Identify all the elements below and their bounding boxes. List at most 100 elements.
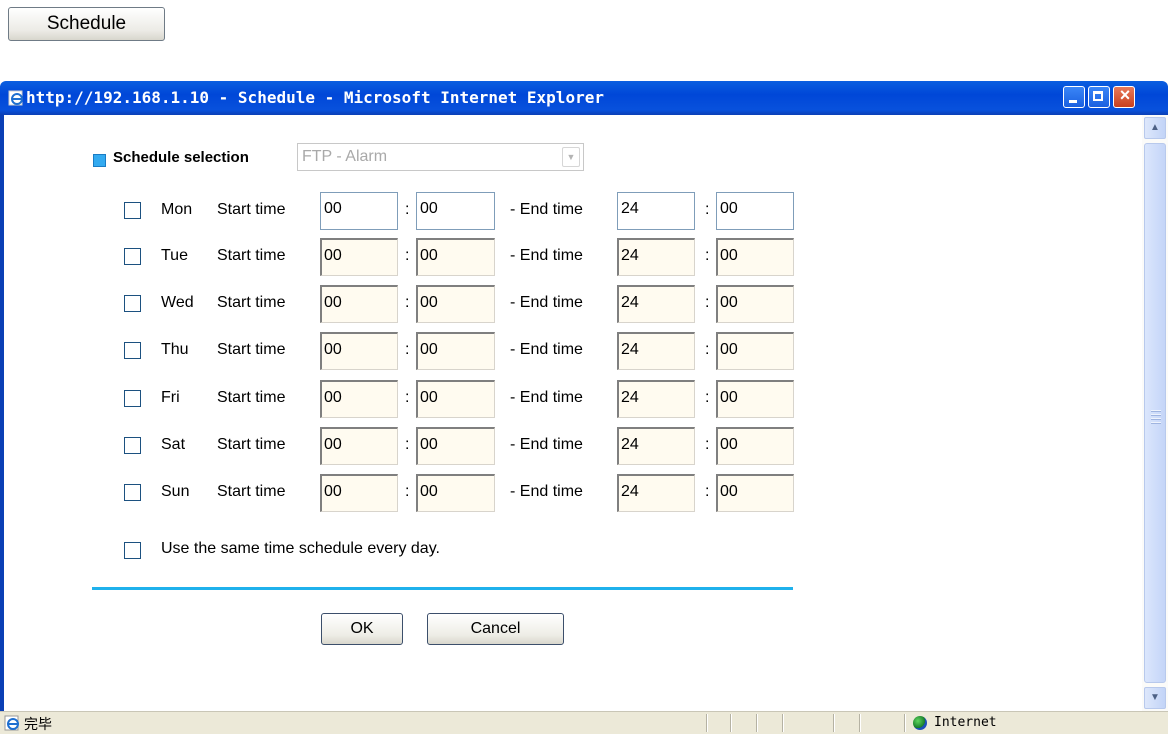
end-hour-input[interactable]: 24 [617, 474, 695, 512]
status-divider [706, 714, 708, 732]
start-minute-input[interactable]: 00 [416, 285, 495, 323]
day-checkbox[interactable] [124, 484, 141, 501]
ie-window: http://192.168.1.10 - Schedule - Microso… [0, 81, 1168, 734]
selection-marker-icon [93, 154, 106, 167]
scroll-down-icon[interactable]: ▼ [1144, 687, 1166, 709]
start-minute-input[interactable]: 00 [416, 332, 495, 370]
end-hour-input[interactable]: 24 [617, 380, 695, 418]
vertical-scrollbar[interactable]: ▲ ▼ [1142, 115, 1168, 711]
status-divider [756, 714, 758, 732]
start-hour-input[interactable]: 00 [320, 238, 398, 276]
end-minute-input[interactable]: 00 [716, 285, 794, 323]
day-checkbox[interactable] [124, 295, 141, 312]
start-minute-input[interactable]: 00 [416, 380, 495, 418]
start-time-label: Start time [217, 294, 286, 311]
end-hour-input[interactable]: 24 [617, 192, 695, 230]
maximize-button[interactable] [1088, 86, 1110, 108]
scroll-up-icon[interactable]: ▲ [1144, 117, 1166, 139]
scroll-thumb[interactable] [1144, 143, 1166, 683]
end-minute-input[interactable]: 00 [716, 474, 794, 512]
internet-zone-icon [913, 716, 927, 730]
time-colon: : [405, 483, 410, 500]
status-divider [782, 714, 784, 732]
start-time-label: Start time [217, 483, 286, 500]
day-label: Thu [161, 341, 189, 358]
start-hour-input[interactable]: 00 [320, 285, 398, 323]
status-text: 完毕 [24, 716, 52, 732]
time-colon: : [405, 294, 410, 311]
time-colon: : [705, 341, 710, 358]
time-colon: : [405, 389, 410, 406]
end-minute-input[interactable]: 00 [716, 332, 794, 370]
start-time-label: Start time [217, 341, 286, 358]
status-divider [833, 714, 835, 732]
schedule-selection-label: Schedule selection [113, 149, 249, 166]
ie-page-icon [4, 715, 19, 731]
end-time-label: - End time [510, 436, 583, 453]
end-minute-input[interactable]: 00 [716, 192, 794, 230]
divider-line [92, 587, 793, 590]
cancel-button[interactable]: Cancel [427, 613, 564, 645]
start-minute-input[interactable]: 00 [416, 238, 495, 276]
end-hour-input[interactable]: 24 [617, 427, 695, 465]
ok-button[interactable]: OK [321, 613, 403, 645]
start-time-label: Start time [217, 247, 286, 264]
title-bar[interactable]: http://192.168.1.10 - Schedule - Microso… [0, 81, 1168, 115]
end-hour-input[interactable]: 24 [617, 285, 695, 323]
same-schedule-checkbox[interactable] [124, 542, 141, 559]
end-minute-input[interactable]: 00 [716, 238, 794, 276]
day-label: Tue [161, 247, 188, 264]
end-hour-input[interactable]: 24 [617, 332, 695, 370]
day-checkbox[interactable] [124, 342, 141, 359]
status-divider [859, 714, 861, 732]
start-time-label: Start time [217, 436, 286, 453]
minimize-button[interactable] [1063, 86, 1085, 108]
time-colon: : [705, 201, 710, 218]
window-title: http://192.168.1.10 - Schedule - Microso… [26, 88, 604, 107]
start-minute-input[interactable]: 00 [416, 192, 495, 230]
schedule-button[interactable]: Schedule [8, 7, 165, 41]
start-time-label: Start time [217, 201, 286, 218]
day-label: Fri [161, 389, 180, 406]
end-time-label: - End time [510, 341, 583, 358]
day-checkbox[interactable] [124, 437, 141, 454]
start-minute-input[interactable]: 00 [416, 474, 495, 512]
start-hour-input[interactable]: 00 [320, 192, 398, 230]
day-label: Sat [161, 436, 186, 453]
time-colon: : [405, 341, 410, 358]
ie-page-icon [8, 90, 23, 106]
zone-label: Internet [934, 715, 997, 730]
time-colon: : [705, 436, 710, 453]
end-time-label: - End time [510, 201, 583, 218]
start-hour-input[interactable]: 00 [320, 380, 398, 418]
close-button[interactable]: × [1113, 85, 1135, 108]
status-bar: 完毕 Internet [0, 711, 1168, 734]
day-checkbox[interactable] [124, 202, 141, 219]
start-hour-input[interactable]: 00 [320, 427, 398, 465]
start-hour-input[interactable]: 00 [320, 332, 398, 370]
end-time-label: - End time [510, 247, 583, 264]
chevron-down-icon[interactable]: ▼ [562, 147, 580, 167]
time-colon: : [405, 247, 410, 264]
start-hour-input[interactable]: 00 [320, 474, 398, 512]
start-time-label: Start time [217, 389, 286, 406]
time-colon: : [705, 247, 710, 264]
end-hour-input[interactable]: 24 [617, 238, 695, 276]
close-icon: × [1119, 85, 1131, 105]
end-minute-input[interactable]: 00 [716, 427, 794, 465]
schedule-selection-dropdown[interactable]: FTP - Alarm ▼ [297, 143, 584, 171]
same-schedule-label: Use the same time schedule every day. [161, 540, 440, 557]
day-label: Wed [161, 294, 194, 311]
time-colon: : [405, 436, 410, 453]
start-minute-input[interactable]: 00 [416, 427, 495, 465]
day-checkbox[interactable] [124, 248, 141, 265]
end-time-label: - End time [510, 389, 583, 406]
end-minute-input[interactable]: 00 [716, 380, 794, 418]
time-colon: : [705, 483, 710, 500]
schedule-selection-value: FTP - Alarm [302, 148, 388, 165]
end-time-label: - End time [510, 483, 583, 500]
day-label: Sun [161, 483, 190, 500]
scroll-grip [1151, 408, 1161, 426]
day-checkbox[interactable] [124, 390, 141, 407]
status-divider [730, 714, 732, 732]
